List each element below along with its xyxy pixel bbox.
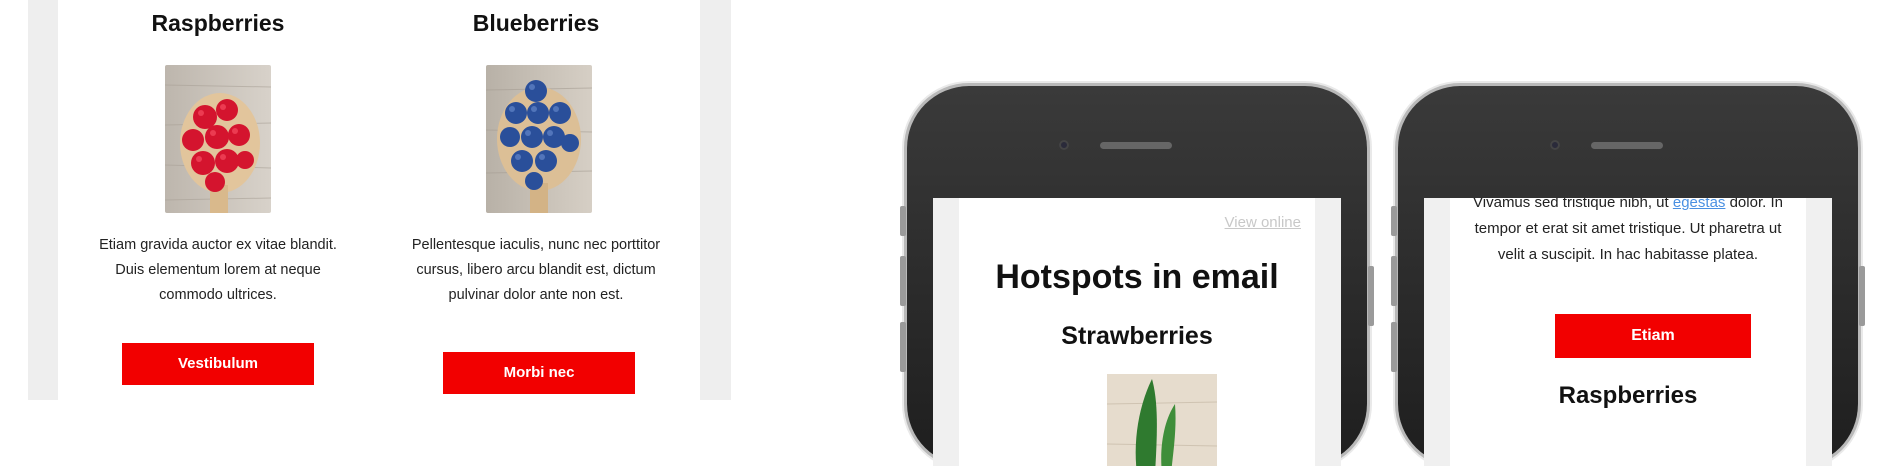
phone-side-button: [1391, 256, 1397, 306]
mobile-email-body: Vivamus sed tristique nibh, ut egestas d…: [1450, 198, 1806, 466]
screen-gutter: [1315, 198, 1341, 466]
speaker-grille: [1591, 142, 1663, 149]
phone-mockup-right: Vivamus sed tristique nibh, ut egestas d…: [1391, 86, 1865, 466]
mobile-email-body: View online Hotspots in email Strawberri…: [959, 198, 1315, 466]
product-title: Raspberries: [151, 10, 285, 36]
email-title: Hotspots in email: [995, 258, 1279, 296]
front-camera-icon: [1059, 140, 1069, 150]
phone-screen: Vivamus sed tristique nibh, ut egestas d…: [1424, 198, 1832, 466]
section-title: Strawberries: [1061, 322, 1213, 350]
screen-gutter: [1806, 198, 1832, 466]
phone-side-button: [1368, 266, 1374, 326]
phone-side-button: [1859, 266, 1865, 326]
screen-gutter: [1424, 198, 1450, 466]
screen-gutter: [933, 198, 959, 466]
description-text-partial: Vivamus sed tristique nibh, ut: [1473, 198, 1669, 211]
raspberries-image: [165, 65, 271, 213]
desktop-email-preview: Raspberries Etiam gravida auctor ex vita…: [0, 0, 735, 400]
phone-side-button: [900, 322, 906, 372]
product-column-raspberries: Raspberries Etiam gravida auctor ex vita…: [68, 0, 368, 400]
product-description: Vivamus sed tristique nibh, ut egestas d…: [1460, 198, 1796, 268]
phone-side-button: [900, 206, 906, 236]
front-camera-icon: [1550, 140, 1560, 150]
product-description: Etiam gravida auctor ex vitae blandit. D…: [99, 237, 337, 303]
phone-screen: View online Hotspots in email Strawberri…: [933, 198, 1341, 466]
section-title: Raspberries: [1558, 382, 1698, 409]
inline-link[interactable]: egestas: [1673, 198, 1726, 211]
phone-side-button: [900, 256, 906, 306]
phone-side-button: [1391, 206, 1397, 236]
product-description: Pellentesque iaculis, nunc nec porttitor…: [411, 237, 661, 303]
speaker-grille: [1100, 142, 1172, 149]
etiam-button[interactable]: Etiam: [1555, 314, 1751, 358]
product-title: Blueberries: [472, 10, 600, 36]
product-column-blueberries: Blueberries Pellentesque iaculis, nunc n…: [386, 0, 686, 400]
blueberries-image: [486, 65, 592, 213]
morbi-nec-button[interactable]: Morbi nec: [443, 352, 635, 394]
vestibulum-button[interactable]: Vestibulum: [122, 343, 314, 385]
strawberries-image: [1106, 374, 1218, 466]
phone-side-button: [1391, 322, 1397, 372]
view-online-link[interactable]: View online: [1225, 214, 1301, 231]
phone-mockup-left: View online Hotspots in email Strawberri…: [900, 86, 1374, 466]
